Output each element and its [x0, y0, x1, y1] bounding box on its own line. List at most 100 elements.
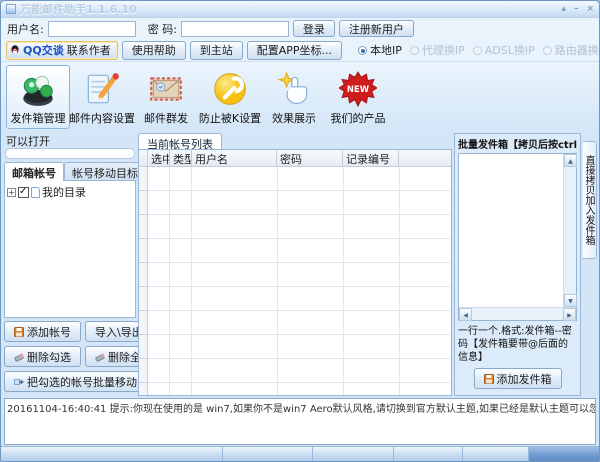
row-header-column	[139, 167, 148, 395]
scroll-right-icon[interactable]: ▶	[563, 308, 576, 321]
tab-move-target[interactable]: 帐号移动目标	[64, 162, 146, 181]
radio-dot-icon	[357, 45, 367, 55]
tree-expander-icon[interactable]: +	[7, 187, 16, 197]
add-account-button[interactable]: 添加帐号	[4, 321, 81, 342]
radio-adsl-ip-label: ADSL换IP	[484, 44, 535, 57]
rollup-icon[interactable]: ▴	[561, 4, 566, 14]
app-window: 万能邮件助手1.1.6.10 ▴ – × 用户名: 密 码: 登录 注册新用户 …	[0, 0, 600, 462]
batch-move-button[interactable]: 把勾选的帐号批量移动	[4, 371, 147, 392]
table-header: 选中 类型 用户名 密码 记录编号	[139, 150, 451, 167]
tab-current-account-list[interactable]: 当前帐号列表	[138, 133, 222, 151]
disk-icon	[483, 373, 494, 384]
delete-checked-button[interactable]: 删除勾选	[4, 346, 81, 367]
radio-local-ip[interactable]: 本地IP	[357, 42, 402, 58]
new-badge: NEW	[347, 84, 370, 94]
login-row: 用户名: 密 码: 登录 注册新用户	[1, 18, 599, 39]
contact-author-label: 联系作者	[66, 44, 111, 57]
mail-content-icon	[87, 73, 119, 104]
account-tree: + 我的目录	[4, 180, 136, 318]
password-label: 密 码:	[147, 22, 177, 36]
statusbar	[1, 446, 599, 461]
scroll-left-icon[interactable]: ◀	[459, 308, 472, 321]
radio-dot-icon	[409, 45, 419, 55]
ribbon-item-mail-send[interactable]: 邮件群发	[134, 65, 198, 129]
tree-item-my-directory[interactable]: + 我的目录	[7, 184, 133, 200]
username-label: 用户名:	[7, 22, 44, 36]
radio-proxy-ip[interactable]: 代理换IP	[409, 42, 465, 58]
minimize-icon[interactable]: –	[574, 4, 579, 14]
ribbon: 发件箱管理 邮件内容设置 邮件群发 防止被K设置 效果展示 NEW 我们的产品	[1, 62, 599, 133]
column-header-type[interactable]: 类型	[170, 150, 192, 166]
radio-dot-icon	[542, 45, 552, 55]
main-site-button[interactable]: 到主站	[189, 40, 243, 60]
ribbon-label: 防止被K设置	[198, 112, 262, 125]
tab-mail-accounts[interactable]: 邮箱帐号	[4, 162, 64, 181]
ribbon-item-mailbox-manage[interactable]: 发件箱管理	[6, 65, 70, 129]
left-tabs: 邮箱帐号 帐号移动目标	[4, 162, 146, 181]
qq-chat-label: QQ交谈	[23, 44, 64, 57]
import-export-label: 导入\导出	[95, 325, 143, 339]
status-message-box: 20161104-16:40:41 提示:你现在使用的是 win7,如果你不是w…	[4, 398, 596, 445]
radio-proxy-ip-label: 代理换IP	[421, 44, 465, 57]
status-message: 20161104-16:40:41 提示:你现在使用的是 win7,如果你不是w…	[7, 404, 595, 415]
eraser-icon	[14, 352, 24, 362]
add-sender-button[interactable]: 添加发件箱	[473, 368, 562, 389]
folder-doc-icon	[31, 186, 40, 198]
close-icon[interactable]: ×	[586, 4, 594, 14]
scroll-up-icon[interactable]: ▲	[564, 154, 577, 167]
main-area: 可以打开 邮箱帐号 帐号移动目标 + 我的目录 添加帐号	[1, 133, 599, 396]
password-input[interactable]	[180, 20, 289, 37]
scroll-down-icon[interactable]: ▼	[564, 294, 577, 307]
new-product-icon: NEW	[339, 71, 377, 108]
username-input[interactable]	[47, 20, 136, 37]
qq-chat-button[interactable]: QQ交谈 联系作者	[6, 40, 118, 60]
corner-header-cell	[139, 150, 148, 166]
app-coord-button[interactable]: 配置APP坐标...	[246, 40, 342, 60]
ribbon-label: 效果展示	[272, 112, 316, 125]
bulk-sender-header: 批量发件箱【拷贝后按ctrl+v粘贴】	[458, 140, 577, 151]
ribbon-item-mail-content[interactable]: 邮件内容设置	[69, 65, 135, 129]
radio-router-ip[interactable]: 路由器换IP	[542, 42, 599, 58]
progress-bar	[5, 148, 135, 159]
empty-grid-rows	[148, 167, 451, 395]
ribbon-label: 邮件群发	[144, 112, 188, 125]
batch-move-label: 把勾选的帐号批量移动	[27, 375, 137, 389]
bulk-sender-box: ▲ ▼ ◀ ▶	[458, 153, 577, 321]
statusbar-segment	[223, 446, 313, 461]
login-button[interactable]: 登录	[292, 20, 335, 37]
ribbon-item-anti-block[interactable]: 防止被K设置	[198, 65, 262, 129]
add-account-label: 添加帐号	[27, 325, 71, 339]
ribbon-item-our-products[interactable]: NEW 我们的产品	[326, 65, 390, 129]
column-header-checked[interactable]: 选中	[148, 150, 170, 166]
column-header-username[interactable]: 用户名	[192, 150, 277, 166]
register-button[interactable]: 注册新用户	[338, 20, 414, 37]
titlebar: 万能邮件助手1.1.6.10 ▴ – ×	[1, 1, 599, 18]
qq-penguin-icon	[11, 45, 19, 54]
left-panel: 可以打开 邮箱帐号 帐号移动目标 + 我的目录 添加帐号	[4, 133, 162, 396]
center-panel: 当前帐号列表 选中 类型 用户名 密码 记录编号	[138, 133, 452, 396]
radio-adsl-ip[interactable]: ADSL换IP	[472, 42, 535, 58]
mailbox-manage-icon	[23, 75, 53, 106]
horizontal-scrollbar[interactable]: ◀ ▶	[459, 307, 576, 321]
right-panel: 批量发件箱【拷贝后按ctrl+v粘贴】 ▲ ▼ ◀ ▶ 一行一个.格式:发件箱-…	[454, 133, 581, 396]
column-header-password[interactable]: 密码	[277, 150, 343, 166]
column-header-record-id[interactable]: 记录编号	[343, 150, 399, 166]
tree-item-label: 我的目录	[42, 186, 86, 199]
tab-direct-copy-add[interactable]: 直接拷贝加入发件箱	[583, 141, 597, 259]
bulk-sender-textarea[interactable]	[459, 154, 563, 307]
app-icon	[6, 4, 16, 14]
add-sender-label: 添加发件箱	[496, 372, 552, 386]
account-table: 选中 类型 用户名 密码 记录编号	[138, 149, 452, 396]
eraser-icon	[95, 352, 105, 362]
disk-icon	[14, 326, 24, 337]
statusbar-segment	[313, 446, 394, 461]
checkbox-checked-icon[interactable]	[18, 186, 29, 198]
statusbar-segment	[463, 446, 529, 461]
radio-router-ip-label: 路由器换IP	[554, 44, 599, 57]
effect-demo-icon	[277, 71, 308, 104]
vertical-scrollbar[interactable]: ▲ ▼	[563, 154, 577, 307]
ribbon-item-effect-demo[interactable]: 效果展示	[262, 65, 326, 129]
table-body[interactable]	[139, 167, 451, 395]
format-hint-text: 一行一个.格式:发件箱--密码【发件箱要带@后面的信息】	[458, 326, 572, 363]
help-button[interactable]: 使用帮助	[121, 40, 186, 60]
